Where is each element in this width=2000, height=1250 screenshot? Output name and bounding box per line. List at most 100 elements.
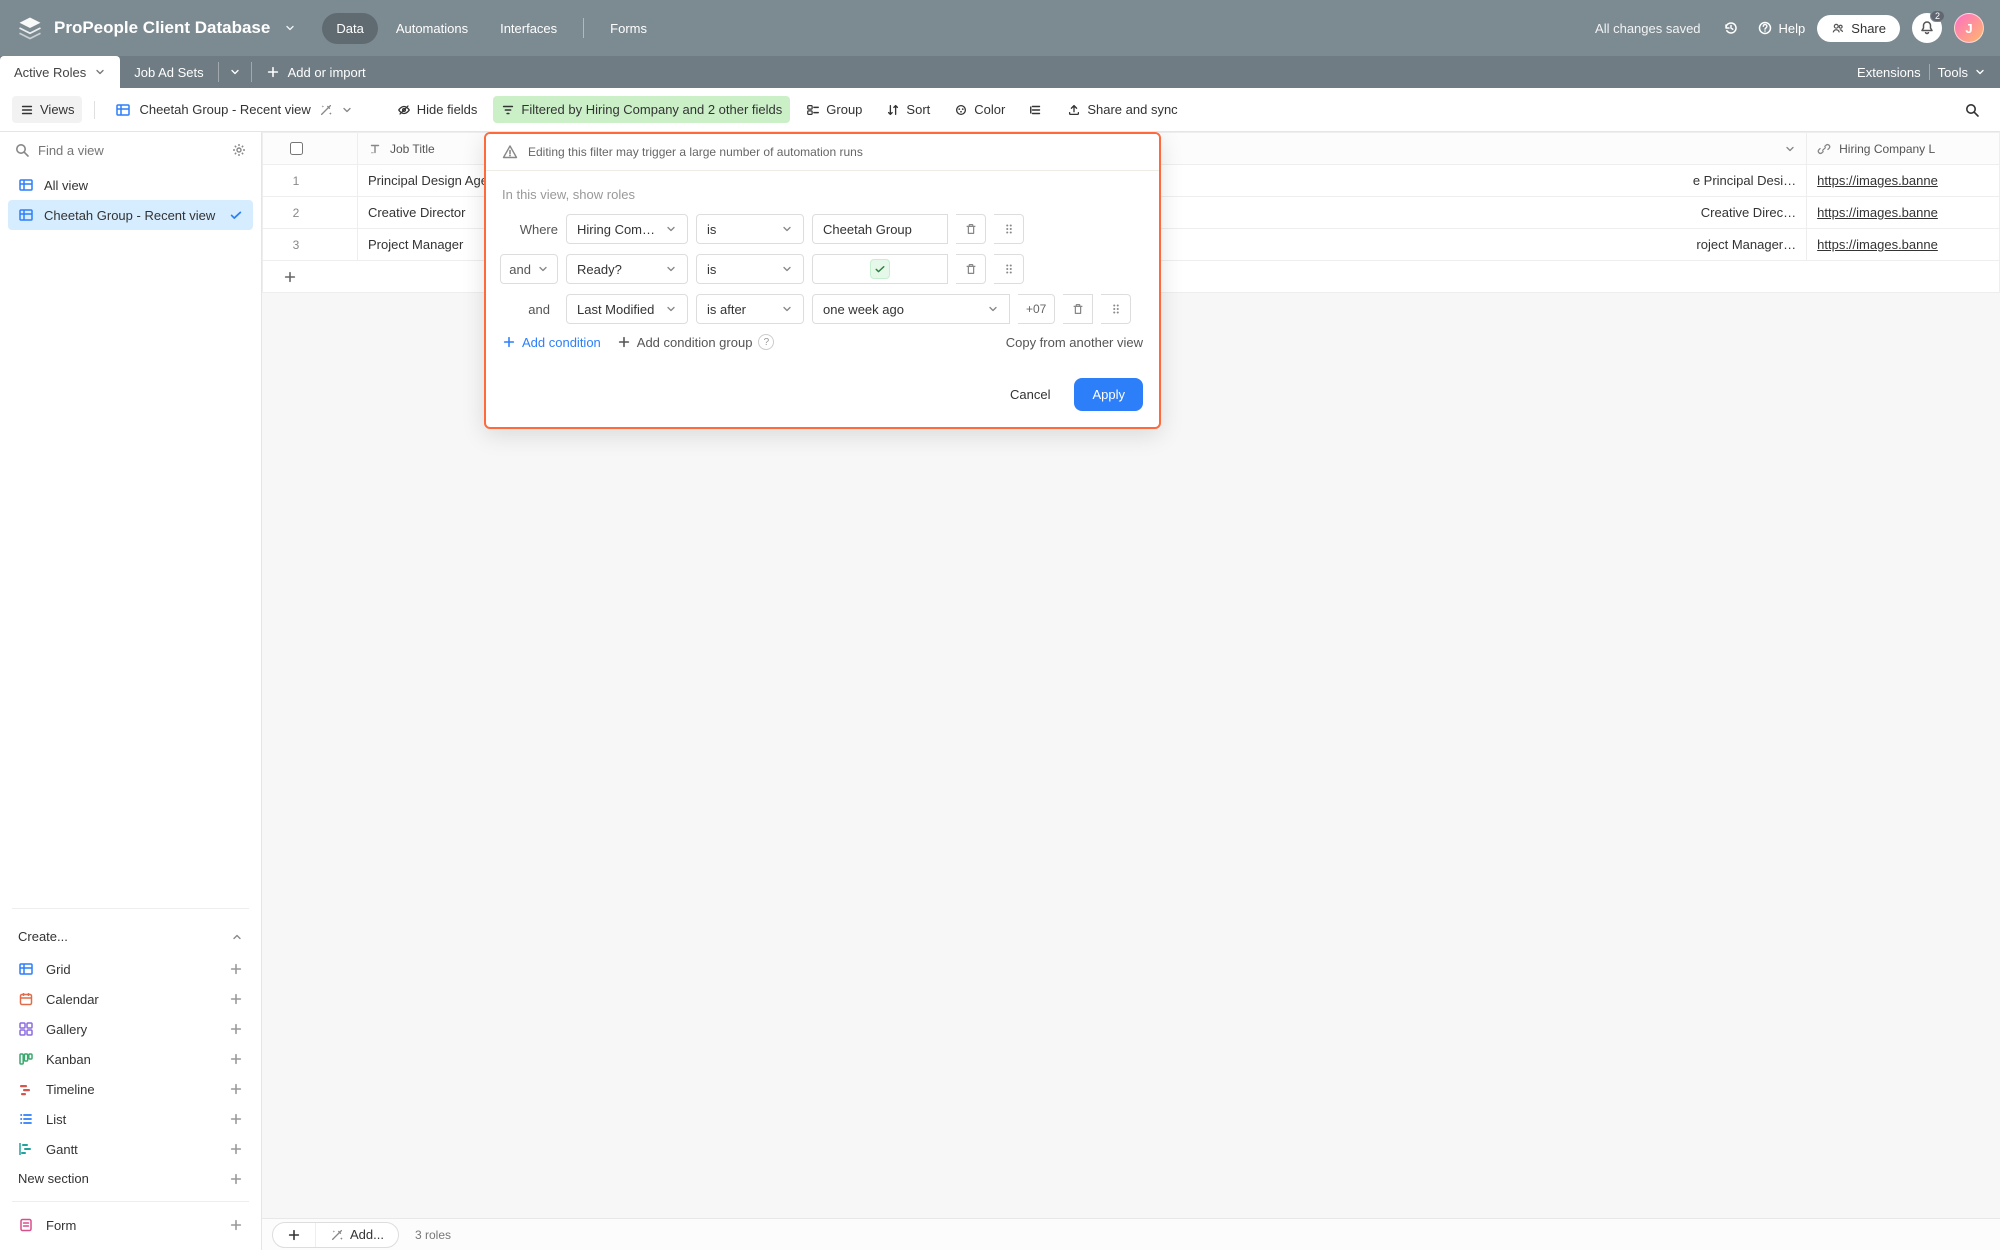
view-item-all[interactable]: All view xyxy=(8,170,253,200)
create-new-section[interactable]: New section xyxy=(10,1164,251,1193)
search-button[interactable] xyxy=(1956,96,1988,124)
extensions-button[interactable]: Extensions xyxy=(1857,65,1921,80)
conjunction-select[interactable]: and xyxy=(500,254,558,284)
history-button[interactable] xyxy=(1717,14,1745,42)
search-icon xyxy=(14,142,30,158)
cell-link[interactable]: https://images.banne xyxy=(1807,229,1999,260)
notification-badge: 2 xyxy=(1930,10,1945,22)
create-kanban-view[interactable]: Kanban xyxy=(10,1044,251,1074)
help-label: Help xyxy=(1779,21,1806,36)
select-all-checkbox[interactable] xyxy=(290,142,303,155)
add-condition-button[interactable]: Add condition xyxy=(502,335,601,350)
nav-tab-interfaces[interactable]: Interfaces xyxy=(486,13,571,44)
filter-value-checkbox[interactable] xyxy=(812,254,948,284)
filter-field-select[interactable]: Last Modified xyxy=(566,294,688,324)
tools-button[interactable]: Tools xyxy=(1938,65,1986,80)
app-logo-icon[interactable] xyxy=(16,14,44,42)
apply-button[interactable]: Apply xyxy=(1074,378,1143,411)
hide-fields-button[interactable]: Hide fields xyxy=(389,96,486,123)
filter-field-select[interactable]: Ready? xyxy=(566,254,688,284)
filter-warning-text: Editing this filter may trigger a large … xyxy=(528,145,863,159)
nav-tab-data[interactable]: Data xyxy=(322,13,377,44)
create-calendar-view[interactable]: Calendar xyxy=(10,984,251,1014)
chevron-down-icon xyxy=(341,104,353,116)
row-number[interactable]: 3 xyxy=(263,229,329,260)
filter-drag-handle[interactable] xyxy=(994,254,1024,284)
view-settings-icon[interactable] xyxy=(231,142,247,158)
row-number[interactable]: 1 xyxy=(263,165,329,196)
sort-button[interactable]: Sort xyxy=(878,96,938,123)
grid-view-icon xyxy=(18,177,34,193)
filter-operator-select[interactable]: is xyxy=(696,214,804,244)
view-item-cheetah-recent[interactable]: Cheetah Group - Recent view xyxy=(8,200,253,230)
cell-link[interactable]: https://images.banne xyxy=(1807,165,1999,196)
filter-field-select[interactable]: Hiring Comp… xyxy=(566,214,688,244)
views-label: Views xyxy=(40,102,74,117)
create-gallery-view[interactable]: Gallery xyxy=(10,1014,251,1044)
color-button[interactable]: Color xyxy=(946,96,1013,123)
base-name[interactable]: ProPeople Client Database xyxy=(54,18,270,38)
and-label: and xyxy=(528,302,558,317)
cell-link[interactable]: https://images.banne xyxy=(1807,197,1999,228)
table-tab-active-roles[interactable]: Active Roles xyxy=(0,56,120,88)
filter-delete-button[interactable] xyxy=(956,254,986,284)
share-sync-button[interactable]: Share and sync xyxy=(1059,96,1185,123)
create-grid-view[interactable]: Grid xyxy=(10,954,251,984)
table-tab-label: Job Ad Sets xyxy=(134,65,203,80)
check-icon xyxy=(229,208,243,222)
share-button[interactable]: Share xyxy=(1817,15,1900,42)
row-height-button[interactable] xyxy=(1021,97,1051,123)
table-tabs-dropdown[interactable] xyxy=(219,56,251,88)
chevron-down-icon[interactable] xyxy=(1784,143,1796,155)
filter-delete-button[interactable] xyxy=(1063,294,1093,324)
save-status: All changes saved xyxy=(1595,21,1701,36)
create-form-view[interactable]: Form xyxy=(10,1210,251,1240)
text-field-icon xyxy=(368,142,382,156)
filter-delete-button[interactable] xyxy=(956,214,986,244)
create-list-view[interactable]: List xyxy=(10,1104,251,1134)
cancel-button[interactable]: Cancel xyxy=(996,379,1064,410)
wand-icon xyxy=(330,1228,344,1242)
current-view-chip[interactable]: Cheetah Group - Recent view xyxy=(107,96,360,124)
filter-drag-handle[interactable] xyxy=(994,214,1024,244)
filter-operator-select[interactable]: is xyxy=(696,254,804,284)
notifications-button[interactable]: 2 xyxy=(1912,13,1942,43)
add-condition-group-button[interactable]: Add condition group? xyxy=(617,334,775,350)
table-tab-job-ad-sets[interactable]: Job Ad Sets xyxy=(120,56,217,88)
row-number[interactable]: 2 xyxy=(263,197,329,228)
link-field-icon xyxy=(1817,142,1831,156)
add-or-import-button[interactable]: Add or import xyxy=(252,56,380,88)
warning-icon xyxy=(502,144,518,160)
nav-tab-forms[interactable]: Forms xyxy=(596,13,661,44)
base-menu-chevron-icon[interactable] xyxy=(284,22,296,34)
column-header-hiring-company-link[interactable]: Hiring Company L xyxy=(1839,142,1935,156)
chevron-down-icon xyxy=(94,66,106,78)
filter-button[interactable]: Filtered by Hiring Company and 2 other f… xyxy=(493,96,790,123)
add-or-import-label: Add or import xyxy=(288,65,366,80)
column-header-job-title[interactable]: Job Title xyxy=(390,142,435,156)
filter-drag-handle[interactable] xyxy=(1101,294,1131,324)
create-section-header[interactable]: Create... xyxy=(0,919,261,954)
filter-operator-select[interactable]: is after xyxy=(696,294,804,324)
create-gantt-view[interactable]: Gantt xyxy=(10,1134,251,1164)
current-view-name: Cheetah Group - Recent view xyxy=(139,102,310,117)
filter-panel: Editing this filter may trigger a large … xyxy=(484,132,1161,429)
views-toggle-button[interactable]: Views xyxy=(12,96,82,123)
group-button[interactable]: Group xyxy=(798,96,870,123)
share-label: Share xyxy=(1851,21,1886,36)
copy-from-view-button[interactable]: Copy from another view xyxy=(1006,335,1143,350)
find-view-input[interactable] xyxy=(38,143,223,158)
user-avatar[interactable]: J xyxy=(1954,13,1984,43)
help-button[interactable]: Help xyxy=(1757,20,1806,36)
create-timeline-view[interactable]: Timeline xyxy=(10,1074,251,1104)
filter-value-input[interactable]: Cheetah Group xyxy=(812,214,948,244)
footer-add-button[interactable]: Add... xyxy=(272,1222,399,1248)
nav-tab-automations[interactable]: Automations xyxy=(382,13,482,44)
nav-divider xyxy=(583,18,584,38)
timezone-chip[interactable]: +07 xyxy=(1018,294,1055,324)
help-icon: ? xyxy=(758,334,774,350)
row-count: 3 roles xyxy=(415,1228,451,1242)
filter-value-select[interactable]: one week ago xyxy=(812,294,1010,324)
grid-view-icon xyxy=(18,207,34,223)
where-label: Where xyxy=(520,222,558,237)
